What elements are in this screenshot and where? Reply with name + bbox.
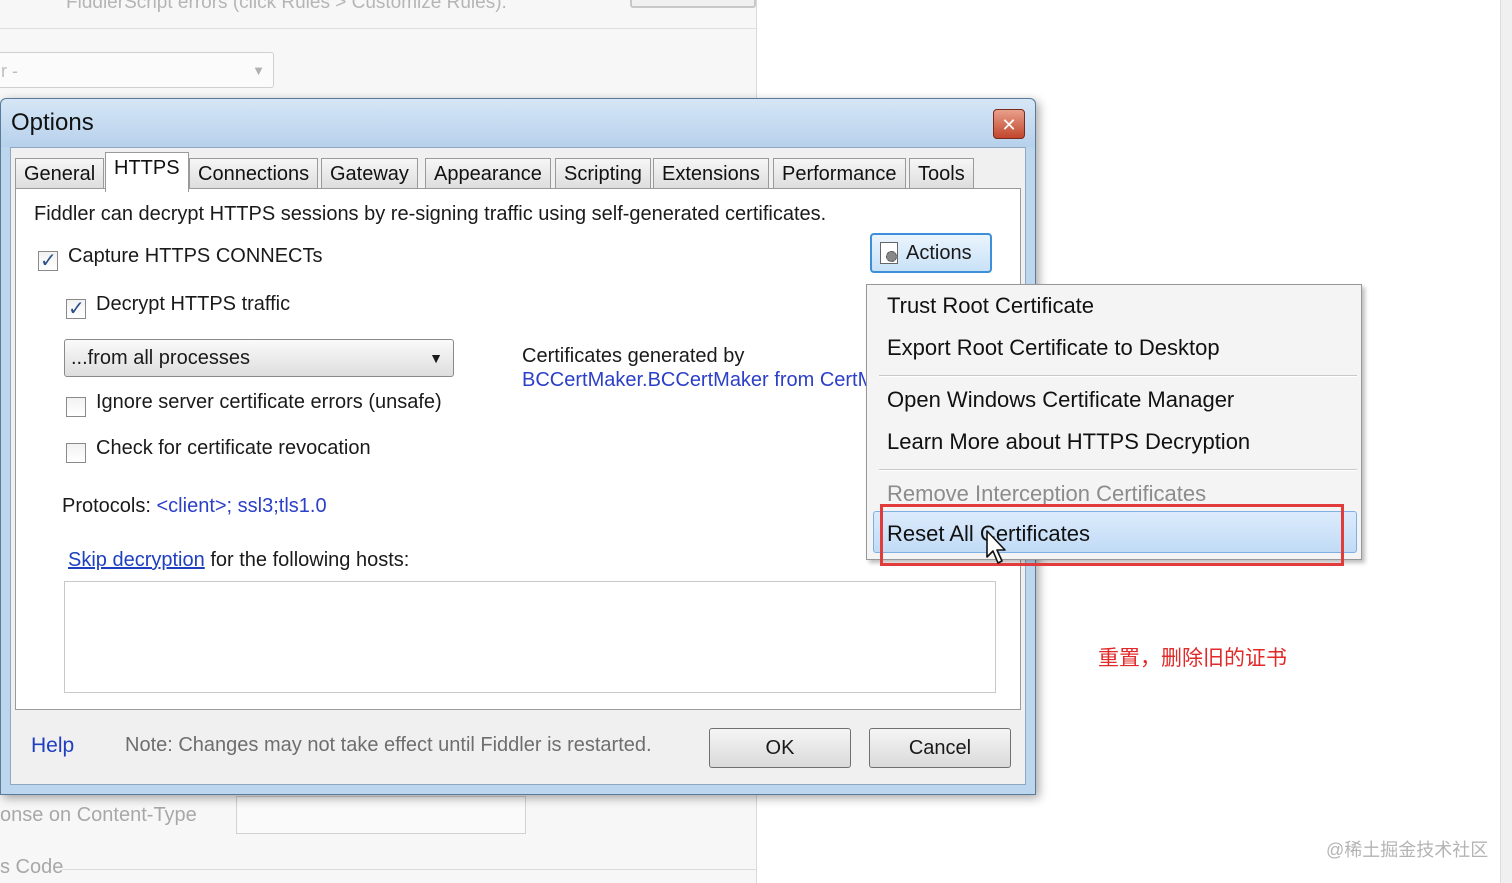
divider [62, 869, 756, 870]
tab-extensions[interactable]: Extensions [653, 158, 769, 190]
protocols-value-link[interactable]: <client>; ssl3;tls1.0 [157, 495, 327, 517]
menu-item-learn-more[interactable]: Learn More about HTTPS Decryption [887, 429, 1250, 455]
tab-general[interactable]: General [15, 158, 105, 190]
content-type-input[interactable] [236, 796, 526, 834]
decrypt-https-label: Decrypt HTTPS traffic [96, 293, 291, 315]
https-intro-text: Fiddler can decrypt HTTPS sessions by re… [34, 203, 827, 225]
menu-item-trust-root[interactable]: Trust Root Certificate [887, 293, 1094, 319]
capture-https-label: Capture HTTPS CONNECTs [68, 245, 323, 267]
content-type-label: onse on Content-Type [0, 804, 197, 826]
menu-separator [879, 469, 1357, 471]
dialog-titlebar[interactable]: Options ✕ [1, 99, 1035, 147]
ok-button[interactable]: OK [709, 728, 851, 768]
watermark: @稀土掘金技术社区 [1326, 840, 1489, 860]
protocols-label: Protocols: [62, 495, 151, 517]
tab-connections[interactable]: Connections [189, 158, 319, 190]
status-code-label: s Code [0, 856, 64, 878]
skip-hosts-textarea[interactable] [64, 581, 996, 693]
tab-scripting[interactable]: Scripting [555, 158, 651, 190]
close-button[interactable]: ✕ [993, 109, 1025, 139]
annotation-highlight-box [880, 504, 1344, 566]
process-filter-dropdown[interactable]: ...from all processes ▼ [64, 339, 454, 377]
close-icon: ✕ [1001, 115, 1017, 135]
mouse-cursor-icon [986, 530, 1006, 564]
cert-generated-by-label: Certificates generated by [522, 345, 745, 367]
dialog-title: Options [11, 109, 94, 136]
annotation-note: 重置，删除旧的证书 [1098, 647, 1287, 670]
capture-https-checkbox[interactable] [38, 248, 58, 273]
actions-button-label: Actions [906, 242, 972, 264]
background-dropdown[interactable]: r - ▼ [0, 52, 274, 88]
background-dropdown-value: r - [1, 61, 18, 81]
menu-item-export-root[interactable]: Export Root Certificate to Desktop [887, 335, 1220, 361]
revocation-checkbox[interactable] [66, 443, 86, 463]
skip-decryption-row: Skip decryption for the following hosts: [68, 549, 409, 572]
decrypt-https-checkbox[interactable] [66, 296, 86, 321]
ignore-errors-label: Ignore server certificate errors (unsafe… [96, 391, 442, 413]
chevron-down-icon: ▼ [429, 350, 443, 366]
cert-maker-link[interactable]: BCCertMaker.BCCertMaker from CertMaker.d… [522, 369, 868, 392]
ignore-errors-checkbox[interactable] [66, 397, 86, 417]
help-link[interactable]: Help [31, 734, 74, 758]
tab-tools[interactable]: Tools [909, 158, 974, 190]
cancel-button[interactable]: Cancel [869, 728, 1011, 768]
background-button[interactable] [630, 0, 756, 8]
menu-item-open-cert-manager[interactable]: Open Windows Certificate Manager [887, 387, 1234, 413]
protocols-row: Protocols: <client>; ssl3;tls1.0 [62, 495, 327, 518]
chevron-down-icon: ▼ [252, 63, 265, 78]
scrollbar[interactable] [1500, 0, 1512, 883]
menu-separator [879, 375, 1357, 377]
fiddlerscript-errors-text: FiddlerScript errors (click Rules > Cust… [66, 0, 507, 13]
divider [0, 28, 756, 29]
restart-note: Note: Changes may not take effect until … [125, 734, 652, 756]
tab-appearance[interactable]: Appearance [425, 158, 551, 190]
revocation-label: Check for certificate revocation [96, 437, 371, 459]
process-filter-value: ...from all processes [71, 347, 250, 369]
certificate-document-icon [880, 242, 898, 264]
skip-decryption-text: for the following hosts: [210, 549, 410, 571]
actions-button[interactable]: Actions [870, 233, 992, 273]
tab-gateway[interactable]: Gateway [321, 158, 418, 190]
skip-decryption-link[interactable]: Skip decryption [68, 549, 205, 571]
tab-performance[interactable]: Performance [773, 158, 906, 190]
tab-https[interactable]: HTTPS [105, 152, 189, 192]
